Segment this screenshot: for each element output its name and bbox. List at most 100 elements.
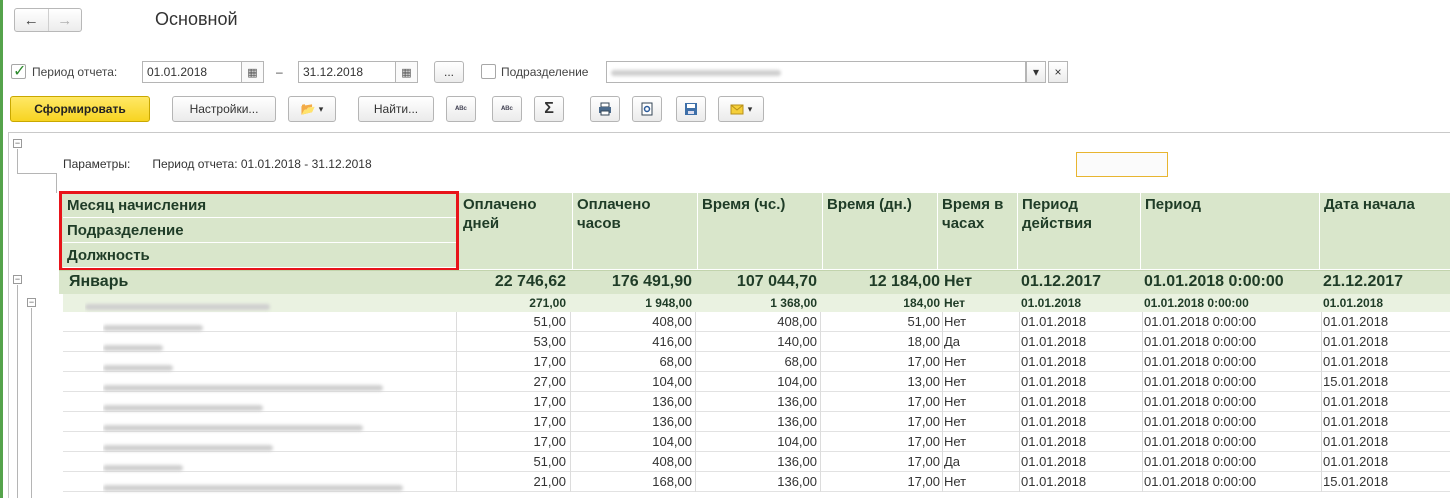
cell-divider (695, 452, 696, 472)
cell-divider (1321, 352, 1322, 372)
cell-period: 01.01.2018 0:00:00 (1144, 434, 1257, 449)
cell-divider (942, 412, 943, 432)
cell-divider (570, 412, 571, 432)
division-collapse-icon[interactable]: − (27, 298, 36, 307)
col-header-paid-hours: Оплачено часов (572, 193, 697, 269)
cell-divider (820, 432, 821, 452)
cell-divider (1321, 412, 1322, 432)
chevron-down-icon: ▾ (1032, 65, 1040, 79)
table-row[interactable]: 21,00 168,00 136,00 17,00 Нет 01.01.2018 01.01… (63, 472, 1450, 492)
total-paid-hours: 176 491,90 (611, 273, 692, 290)
cell-divider (1321, 372, 1322, 392)
cell-paid-days: 51,00 (533, 314, 566, 329)
month-total-row[interactable]: Январь 22 746,62 176 491,90 107 044,70 1… (59, 270, 1450, 294)
sum-icon[interactable]: Σ (534, 96, 564, 122)
cell-divider (820, 452, 821, 472)
table-row[interactable]: 17,00 136,00 136,00 17,00 Нет 01.01.2018 01.01… (63, 392, 1450, 412)
cell-validity-period: 01.01.2018 (1021, 434, 1087, 449)
cell-divider (942, 372, 943, 392)
collapse-groups-icon[interactable]: ᴬᴮᶜ (446, 96, 476, 122)
cell-divider (1142, 472, 1143, 492)
cell-time-hours: 136,00 (777, 454, 817, 469)
table-row[interactable]: 17,00 68,00 68,00 17,00 Нет 01.01.2018 01.01.2… (63, 352, 1450, 372)
cell-validity-period: 01.01.2018 (1021, 314, 1087, 329)
cell-paid-hours: 68,00 (659, 354, 692, 369)
selected-cell-indicator[interactable] (1076, 152, 1168, 177)
table-row[interactable]: 17,00 104,00 104,00 17,00 Нет 01.01.2018 01.01… (63, 432, 1450, 452)
division-checkbox[interactable] (481, 64, 496, 79)
cell-divider (456, 392, 457, 412)
settings-button[interactable]: Настройки... (172, 96, 276, 122)
cell-divider (570, 372, 571, 392)
division-input[interactable] (606, 61, 1026, 83)
params-collapse-icon[interactable]: − (13, 139, 22, 148)
cell-time-in-hours: Да (944, 334, 961, 349)
cell-paid-hours: 136,00 (652, 394, 692, 409)
table-row[interactable]: 53,00 416,00 140,00 18,00 Да 01.01.2018 01.01.… (63, 332, 1450, 352)
cell-validity-period: 01.01.2018 (1021, 374, 1087, 389)
cell-divider (1142, 352, 1143, 372)
cell-time-in-hours: Нет (944, 474, 967, 489)
cell-divider (942, 392, 943, 412)
find-button[interactable]: Найти... (358, 96, 434, 122)
cell-period: 01.01.2018 0:00:00 (1144, 414, 1257, 429)
calendar-to-icon[interactable]: ▦ (396, 61, 418, 83)
cell-paid-hours: 104,00 (652, 434, 692, 449)
table-row[interactable]: 27,00 104,00 104,00 13,00 Нет 01.01.2018 01.01… (63, 372, 1450, 392)
expand-groups-icon[interactable]: ᴬᴮᶜ (492, 96, 522, 122)
cell-divider (1142, 372, 1143, 392)
envelope-icon (730, 104, 744, 115)
cell-paid-hours: 104,00 (652, 374, 692, 389)
tree-line (17, 285, 18, 498)
col-header-start-date: Дата начала (1319, 193, 1450, 269)
cell-period: 01.01.2018 0:00:00 (1144, 474, 1257, 489)
folder-icon: 📂 (300, 102, 316, 116)
cell-time-in-hours: Нет (944, 314, 967, 329)
division-total-row[interactable]: 271,00 1 948,00 1 368,00 184,00 Нет 01.0… (63, 294, 1450, 312)
cell-time-hours: 68,00 (784, 354, 817, 369)
cell-divider (942, 472, 943, 492)
cell-period: 01.01.2018 0:00:00 (1144, 374, 1257, 389)
cell-paid-days: 17,00 (533, 354, 566, 369)
cell-divider (1019, 412, 1020, 432)
calendar-from-icon[interactable]: ▦ (242, 61, 264, 83)
window-title: Основной (155, 9, 238, 29)
cell-divider (1142, 432, 1143, 452)
cell-divider (942, 312, 943, 332)
cell-time-days: 17,00 (907, 354, 940, 369)
period-checkbox[interactable] (11, 61, 26, 81)
cell-start-date: 01.01.2018 (1323, 394, 1389, 409)
table-row[interactable]: 51,00 408,00 136,00 17,00 Да 01.01.2018 01.01.… (63, 452, 1450, 472)
print-icon[interactable] (590, 96, 620, 122)
date-to-input[interactable]: 31.12.2018 (298, 61, 396, 83)
forward-arrow-icon[interactable]: → (49, 9, 82, 31)
division-dropdown-button[interactable]: ▾ (1026, 61, 1046, 83)
cell-paid-days: 27,00 (533, 374, 566, 389)
cell-divider (456, 452, 457, 472)
table-row[interactable]: 17,00 136,00 136,00 17,00 Нет 01.01.2018 01.01… (63, 412, 1450, 432)
cell-divider (1142, 312, 1143, 332)
variants-button[interactable]: 📂 ▾ (288, 96, 336, 122)
cell-validity-period: 01.01.2018 (1021, 414, 1087, 429)
params-label: Параметры: (63, 157, 131, 171)
date-from-input[interactable]: 01.01.2018 (142, 61, 242, 83)
cell-divider (1142, 392, 1143, 412)
cell-start-date: 15.01.2018 (1323, 374, 1389, 389)
cell-time-in-hours: Нет (944, 414, 967, 429)
back-arrow-icon[interactable]: ← (15, 9, 49, 31)
preview-icon[interactable] (632, 96, 662, 122)
send-email-button[interactable]: ▾ (718, 96, 764, 122)
table-row[interactable]: 51,00 408,00 408,00 51,00 Нет 01.01.2018 01.01… (63, 312, 1450, 332)
cell-period: 01.01.2018 0:00:00 (1144, 394, 1257, 409)
division-clear-button[interactable]: × (1048, 61, 1068, 83)
period-select-button[interactable]: ... (434, 61, 464, 83)
sub-time-in-hours: Нет (944, 296, 966, 310)
cell-paid-hours: 408,00 (652, 454, 692, 469)
save-icon[interactable] (676, 96, 706, 122)
generate-button[interactable]: Сформировать (10, 96, 150, 122)
cell-period: 01.01.2018 0:00:00 (1144, 354, 1257, 369)
col-header-paid-days: Оплачено дней (458, 193, 572, 269)
cell-divider (456, 332, 457, 352)
sub-paid-hours: 1 948,00 (645, 296, 692, 310)
month-collapse-icon[interactable]: − (13, 275, 22, 284)
